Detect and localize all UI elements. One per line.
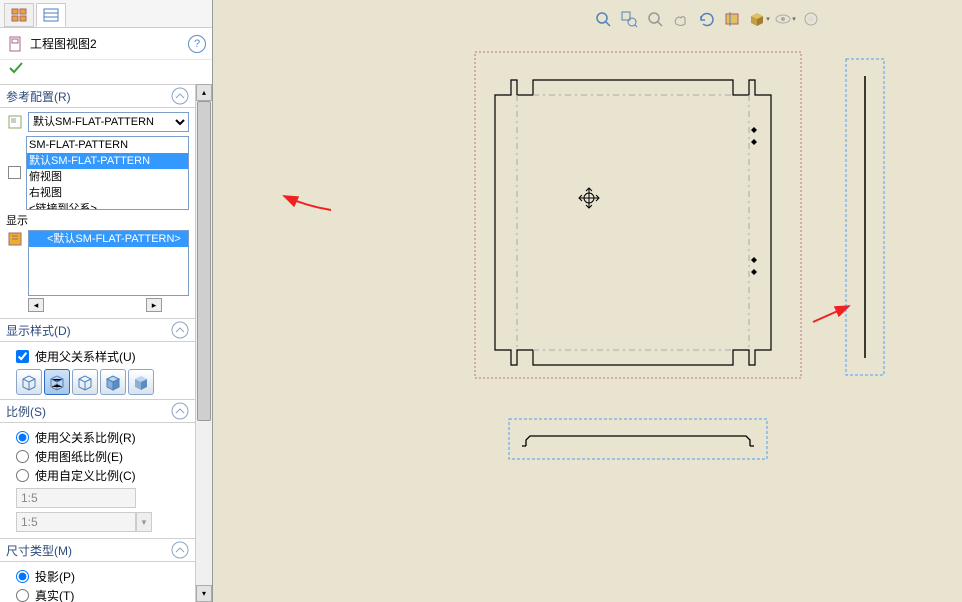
tree-item[interactable]: <默认SM-FLAT-PATTERN> (29, 231, 188, 247)
pan-icon[interactable] (670, 8, 692, 30)
front-projection-view[interactable] (508, 418, 768, 460)
scale-value-1 (16, 488, 136, 508)
custom-ratio-label: 使用自定义比例(C) (35, 467, 136, 484)
custom-ratio-radio[interactable] (16, 469, 29, 482)
style-wireframe-button[interactable] (16, 369, 42, 395)
hide-show-icon[interactable]: ▾ (774, 8, 796, 30)
projection-label: 投影(P) (35, 568, 75, 585)
display-label: 显示 (6, 215, 28, 227)
list-item[interactable]: 俯视图 (27, 169, 188, 185)
true-label: 真实(T) (35, 587, 74, 602)
true-radio[interactable] (16, 589, 29, 602)
list-item[interactable]: 默认SM-FLAT-PATTERN (27, 153, 188, 169)
scroll-right-btn[interactable]: ▸ (146, 298, 162, 312)
right-projection-view[interactable] (845, 58, 885, 376)
use-parent-style-checkbox[interactable] (16, 350, 29, 363)
checkbox-empty[interactable] (6, 163, 22, 181)
style-hidden-gray-button[interactable] (44, 369, 70, 395)
rotate-icon[interactable] (696, 8, 718, 30)
panel-v-scrollbar[interactable]: ▴ ▾ (195, 84, 212, 602)
scroll-left-btn[interactable]: ◂ (28, 298, 44, 312)
scale-value-2 (16, 512, 136, 532)
section-scale-header[interactable]: 比例(S) (0, 399, 195, 423)
section-config-header[interactable]: 参考配置(R) (0, 84, 195, 108)
config-dropdown[interactable]: 默认SM-FLAT-PATTERN (28, 112, 189, 132)
section-dim-type-header[interactable]: 尺寸类型(M) (0, 538, 195, 562)
parent-ratio-label: 使用父关系比例(R) (35, 429, 136, 446)
annotation-arrow-right (809, 302, 853, 326)
accept-icon[interactable] (0, 60, 212, 84)
parent-ratio-radio[interactable] (16, 431, 29, 444)
tree-listbox[interactable]: <默认SM-FLAT-PATTERN> (28, 230, 189, 296)
sheet-ratio-label: 使用图纸比例(E) (35, 448, 123, 465)
annotation-arrow-left (276, 192, 336, 216)
chevron-up-icon (171, 541, 189, 559)
style-shaded-edges-button[interactable] (100, 369, 126, 395)
zoom-fit-icon[interactable] (592, 8, 614, 30)
section-view-icon[interactable] (722, 8, 744, 30)
scroll-down-button[interactable]: ▾ (196, 585, 212, 602)
page-icon (6, 36, 26, 52)
page-title: 工程图视图2 (26, 35, 188, 52)
config-icon (6, 113, 24, 131)
config-listbox[interactable]: SM-FLAT-PATTERN 默认SM-FLAT-PATTERN 俯视图 右视… (26, 136, 189, 210)
display-style-toolbar-icon[interactable]: ▾ (748, 8, 770, 30)
projection-radio[interactable] (16, 570, 29, 583)
scroll-thumb[interactable] (197, 101, 211, 421)
help-icon[interactable]: ? (188, 35, 206, 53)
appearance-icon[interactable] (800, 8, 822, 30)
chevron-up-icon (171, 402, 189, 420)
chevron-up-icon (171, 321, 189, 339)
tab-feature[interactable] (4, 3, 34, 27)
main-drawing-view[interactable] (473, 50, 803, 380)
list-item[interactable]: 右视图 (27, 185, 188, 201)
drawing-canvas[interactable]: ▾ ▾ (213, 0, 962, 602)
tree-icon (6, 230, 24, 248)
use-parent-style-label: 使用父关系样式(U) (35, 348, 136, 365)
list-item[interactable]: <链接到父系> (27, 201, 188, 210)
zoom-prev-icon[interactable] (644, 8, 666, 30)
section-display-style-header[interactable]: 显示样式(D) (0, 318, 195, 342)
scroll-up-button[interactable]: ▴ (196, 84, 212, 101)
sheet-ratio-radio[interactable] (16, 450, 29, 463)
style-shaded-button[interactable] (128, 369, 154, 395)
chevron-up-icon (171, 87, 189, 105)
tab-properties[interactable] (36, 3, 66, 27)
list-item[interactable]: SM-FLAT-PATTERN (27, 137, 188, 153)
scale-dropdown-button: ▼ (136, 512, 152, 532)
zoom-area-icon[interactable] (618, 8, 640, 30)
style-hidden-removed-button[interactable] (72, 369, 98, 395)
